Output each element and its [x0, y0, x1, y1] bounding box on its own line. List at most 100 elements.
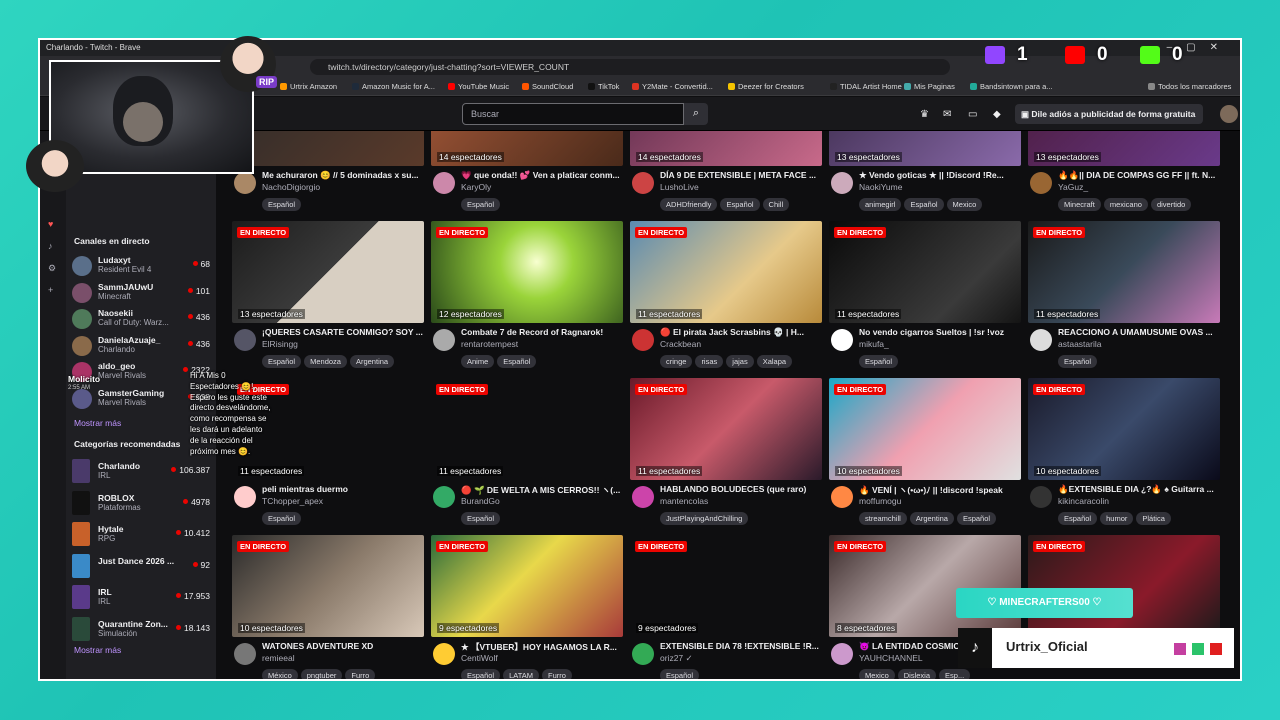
- channel-name[interactable]: YAUHCHANNEL: [859, 653, 923, 663]
- bookmark-item[interactable]: TIDAL Artist Home: [830, 82, 902, 91]
- inbox-icon[interactable]: ✉: [943, 109, 951, 120]
- channel-avatar[interactable]: [831, 329, 853, 351]
- stream-thumbnail[interactable]: EN DIRECTO 10 espectadores: [829, 378, 1021, 480]
- stream-card[interactable]: EN DIRECTO 11 espectadores No vendo cigarr…: [829, 221, 1021, 371]
- stream-title[interactable]: ★ 【VTUBER】HOY HAGAMOS LA R...: [461, 641, 623, 653]
- stream-tag[interactable]: streamchill: [859, 512, 907, 525]
- channel-avatar[interactable]: [632, 486, 654, 508]
- sidebar-category[interactable]: Just Dance 2026 ... 92: [72, 553, 212, 580]
- stream-card[interactable]: EN DIRECTO 12 espectadores Combate 7 de Re…: [431, 221, 623, 371]
- stream-tag[interactable]: Español: [461, 198, 501, 211]
- stream-tag[interactable]: Xalapa: [756, 355, 793, 368]
- stream-title[interactable]: No vendo cigarros Sueltos | !sr !voz: [859, 327, 1021, 337]
- stream-card[interactable]: 14 espectadores 💗 que onda!! 💕 Ven a plat…: [431, 131, 623, 214]
- user-avatar[interactable]: [1220, 105, 1238, 123]
- show-more-link[interactable]: Mostrar más: [74, 418, 121, 428]
- channel-avatar[interactable]: [433, 329, 455, 351]
- stream-tag[interactable]: Español: [461, 669, 501, 679]
- stream-tag[interactable]: Anime: [461, 355, 495, 368]
- stream-tag[interactable]: Esp...: [939, 669, 971, 679]
- bookmark-item[interactable]: Mis Paginas: [904, 82, 955, 91]
- channel-name[interactable]: remieeal: [262, 653, 295, 663]
- channel-avatar[interactable]: [234, 329, 256, 351]
- stream-tag[interactable]: Mendoza: [304, 355, 347, 368]
- plus-icon[interactable]: +: [48, 285, 53, 295]
- stream-thumbnail[interactable]: EN DIRECTO 9 espectadores: [431, 535, 623, 637]
- stream-tag[interactable]: Español: [859, 355, 899, 368]
- stream-tag[interactable]: humor: [1100, 512, 1134, 525]
- stream-card[interactable]: EN DIRECTO 11 espectadores HABLANDO BOLUDE…: [630, 378, 822, 528]
- sidebar-channel[interactable]: SammJAUwU Minecraft 101: [72, 282, 212, 306]
- stream-tag[interactable]: animegirl: [859, 198, 902, 211]
- stream-tag[interactable]: Español: [720, 198, 760, 211]
- stream-thumbnail[interactable]: 13 espectadores: [1028, 131, 1220, 166]
- stream-tag[interactable]: México: [262, 669, 298, 679]
- stream-tag[interactable]: mexicano: [1103, 198, 1148, 211]
- stream-thumbnail[interactable]: EN DIRECTO 9 espectadores: [630, 535, 822, 637]
- stream-tag[interactable]: Español: [1058, 512, 1098, 525]
- channel-name[interactable]: KaryOly: [461, 182, 491, 192]
- stream-tag[interactable]: divertido: [1150, 198, 1192, 211]
- stream-card[interactable]: EN DIRECTO 13 espectadores ¡QUERES CASARTE…: [232, 221, 424, 371]
- channel-name[interactable]: ElRisingg: [262, 339, 298, 349]
- stream-tag[interactable]: Chill: [762, 198, 790, 211]
- channel-name[interactable]: astaastarila: [1058, 339, 1101, 349]
- stream-thumbnail[interactable]: EN DIRECTO 11 espectadores: [630, 378, 822, 480]
- stream-tag[interactable]: Español: [262, 355, 302, 368]
- channel-name[interactable]: kikincaracolin: [1058, 496, 1109, 506]
- stream-tag[interactable]: Español: [904, 198, 944, 211]
- stream-tag[interactable]: Español: [956, 512, 997, 525]
- stream-tag[interactable]: Furro: [542, 669, 572, 679]
- stream-title[interactable]: ★ Vendo goticas ★ || !Discord !Re...: [859, 170, 1021, 181]
- bookmark-item[interactable]: SoundCloud: [522, 82, 573, 91]
- stream-thumbnail[interactable]: [232, 131, 424, 166]
- search-input[interactable]: Buscar: [462, 103, 684, 125]
- stream-tag[interactable]: Español: [262, 198, 302, 211]
- bookmark-item[interactable]: YouTube Music: [448, 82, 509, 91]
- stream-card[interactable]: EN DIRECTO 9 espectadores ★ 【VTUBER】HOY HA…: [431, 535, 623, 679]
- stream-title[interactable]: 🔴 🌱 DE WELTA A MIS CERROS!! ヽ(...: [461, 484, 623, 496]
- stream-title[interactable]: EXTENSIBLE DIA 78 !EXTENSIBLE !R...: [660, 641, 822, 651]
- stream-tag[interactable]: Español: [1058, 355, 1098, 368]
- channel-name[interactable]: TChopper_apex: [262, 496, 323, 506]
- sidebar-category[interactable]: Charlando IRL 106.387: [72, 459, 212, 485]
- whispers-icon[interactable]: ▭: [968, 109, 977, 120]
- channel-avatar[interactable]: [433, 643, 455, 665]
- bookmark-item[interactable]: Bandsintown para a...: [970, 82, 1053, 91]
- stream-tag[interactable]: Minecraft: [1058, 198, 1101, 211]
- channel-avatar[interactable]: [1030, 486, 1052, 508]
- channel-name[interactable]: LushoLive: [660, 182, 699, 192]
- channel-name[interactable]: NaokiYume: [859, 182, 902, 192]
- show-more-link[interactable]: Mostrar más: [74, 645, 121, 655]
- stream-thumbnail[interactable]: EN DIRECTO 13 espectadores: [232, 221, 424, 323]
- channel-avatar[interactable]: [433, 172, 455, 194]
- channel-name[interactable]: BurandGo: [461, 496, 500, 506]
- stream-card[interactable]: 13 espectadores ★ Vendo goticas ★ || !Dis…: [829, 131, 1021, 214]
- channel-name[interactable]: NachoDigiorgio: [262, 182, 320, 192]
- stream-tag[interactable]: Mexico: [946, 198, 983, 211]
- sidebar-channel[interactable]: Naosekii Call of Duty: Warz... 436: [72, 308, 212, 332]
- bookmark-item[interactable]: Deezer for Creators: [728, 82, 804, 91]
- stream-tag[interactable]: pngtuber: [300, 669, 343, 679]
- stream-thumbnail[interactable]: EN DIRECTO 10 espectadores: [232, 535, 424, 637]
- stream-tag[interactable]: Plática: [1136, 512, 1171, 525]
- stream-thumbnail[interactable]: EN DIRECTO 12 espectadores: [431, 221, 623, 323]
- stream-thumbnail[interactable]: 14 espectadores: [431, 131, 623, 166]
- stream-title[interactable]: 🔥EXTENSIBLE DIA ¿?🔥 ♠ Guitarra ...: [1058, 484, 1220, 495]
- channel-avatar[interactable]: [234, 486, 256, 508]
- stream-thumbnail[interactable]: EN DIRECTO 11 espectadores: [431, 378, 623, 480]
- stream-card[interactable]: EN DIRECTO 11 espectadores 🔴 El pirata Jac…: [630, 221, 822, 371]
- channel-avatar[interactable]: [831, 486, 853, 508]
- sidebar-channel[interactable]: Ludaxyt Resident Evil 4 68: [72, 255, 212, 279]
- bookmark-item[interactable]: Urtrix Amazon: [280, 82, 337, 91]
- channel-avatar[interactable]: [1030, 172, 1052, 194]
- stream-tag[interactable]: Español: [497, 355, 537, 368]
- stream-thumbnail[interactable]: 14 espectadores: [630, 131, 822, 166]
- stream-title[interactable]: Combate 7 de Record of Ragnarok!: [461, 327, 623, 337]
- stream-title[interactable]: 💗 que onda!! 💕 Ven a platicar conm...: [461, 170, 623, 181]
- tiktok-icon[interactable]: ♪: [48, 241, 53, 251]
- bookmark-item[interactable]: TikTok: [588, 82, 619, 91]
- stream-title[interactable]: 🔥🔥|| DIA DE COMPAS GG FF || ft. N...: [1058, 170, 1220, 181]
- channel-avatar[interactable]: [632, 643, 654, 665]
- stream-title[interactable]: HABLANDO BOLUDECES (que raro): [660, 484, 822, 494]
